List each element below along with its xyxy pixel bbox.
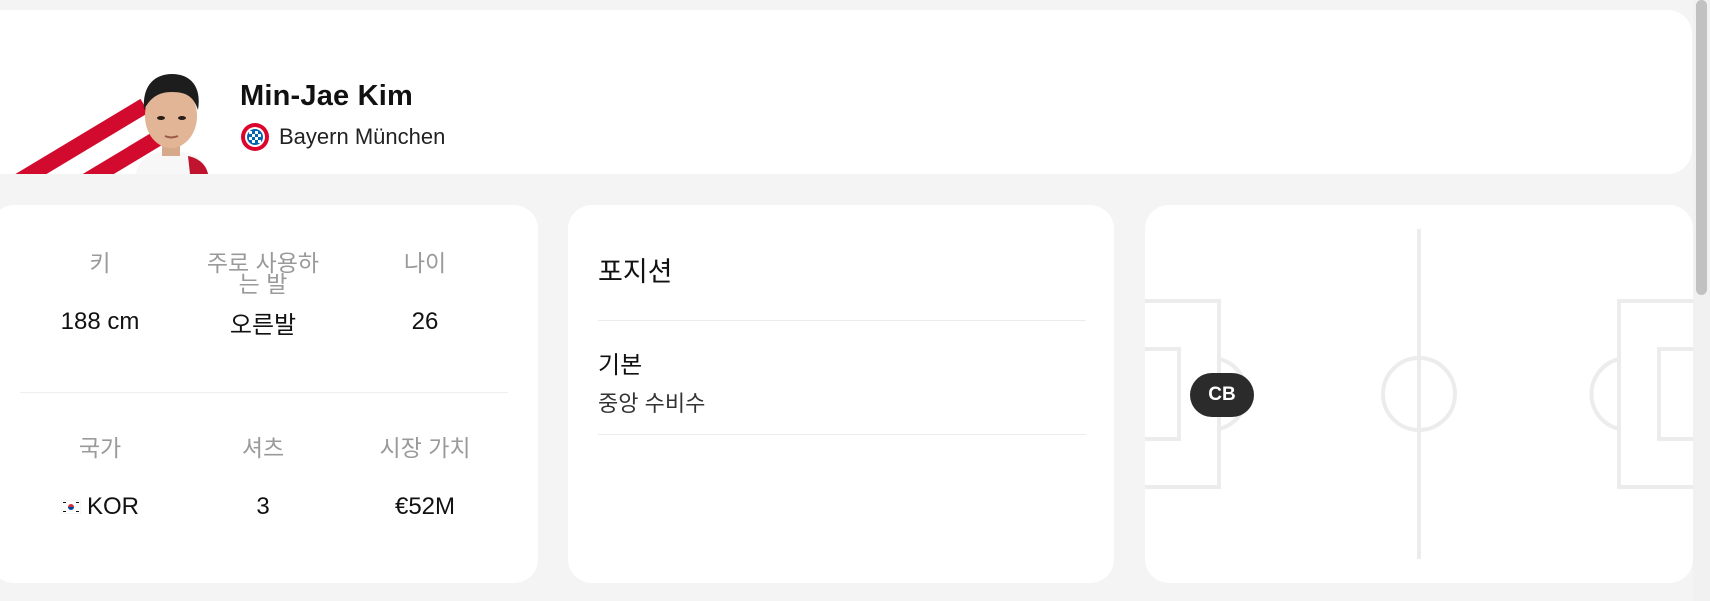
position-divider [598,320,1086,321]
stat-label: 주로 사용하는 발 [206,250,320,297]
stat-value: €52M [394,493,456,520]
player-name: Min-Jae Kim [240,80,414,112]
stat-value: 오른발 [229,312,297,339]
stat-value: KOR [86,493,139,520]
stat-country: 국가 KOR [20,435,180,521]
stat-label: 셔츠 [241,435,285,461]
position-badge-cb: CB [1190,373,1254,417]
stat-shirt: 셔츠 3 [183,435,343,521]
right-penalty-box [1617,299,1693,489]
player-header-card: Min-Jae Kim Bayern München [0,10,1692,174]
stat-market-value: 시장 가치 €52M [345,435,505,521]
position-card: 포지션 기본 중앙 수비수 [568,205,1114,583]
player-info-card: 키 188 cm 주로 사용하는 발 오른발 나이 26 국가 KOR 셔츠 3… [0,205,538,583]
right-penalty-arc [1589,357,1620,431]
stat-label: 키 [89,250,111,276]
position-primary-label: 기본 [598,352,643,379]
stat-value: 26 [411,308,439,335]
stat-label: 국가 [78,435,122,461]
stat-value: 188 cm [60,308,140,335]
position-primary-value: 중앙 수비수 [598,391,706,416]
position-divider [598,434,1086,435]
pitch-map-card: CB [1145,205,1693,583]
bayern-munchen-logo-icon [241,123,269,151]
scrollbar-thumb[interactable] [1696,0,1707,295]
south-korea-flag-icon [60,500,81,514]
info-divider [20,392,508,393]
stat-label: 시장 가치 [379,435,471,461]
stat-value: 3 [256,493,270,520]
left-goal-box [1145,347,1181,441]
right-goal-box [1657,347,1693,441]
team-link[interactable]: Bayern München [240,122,445,152]
stat-height: 키 188 cm [20,250,180,336]
position-title: 포지션 [598,257,673,287]
player-photo [136,74,208,174]
team-name: Bayern München [279,124,446,149]
stat-age: 나이 26 [345,250,505,336]
stat-preferred-foot: 주로 사용하는 발 오른발 [183,250,343,340]
stat-label: 나이 [403,250,447,276]
